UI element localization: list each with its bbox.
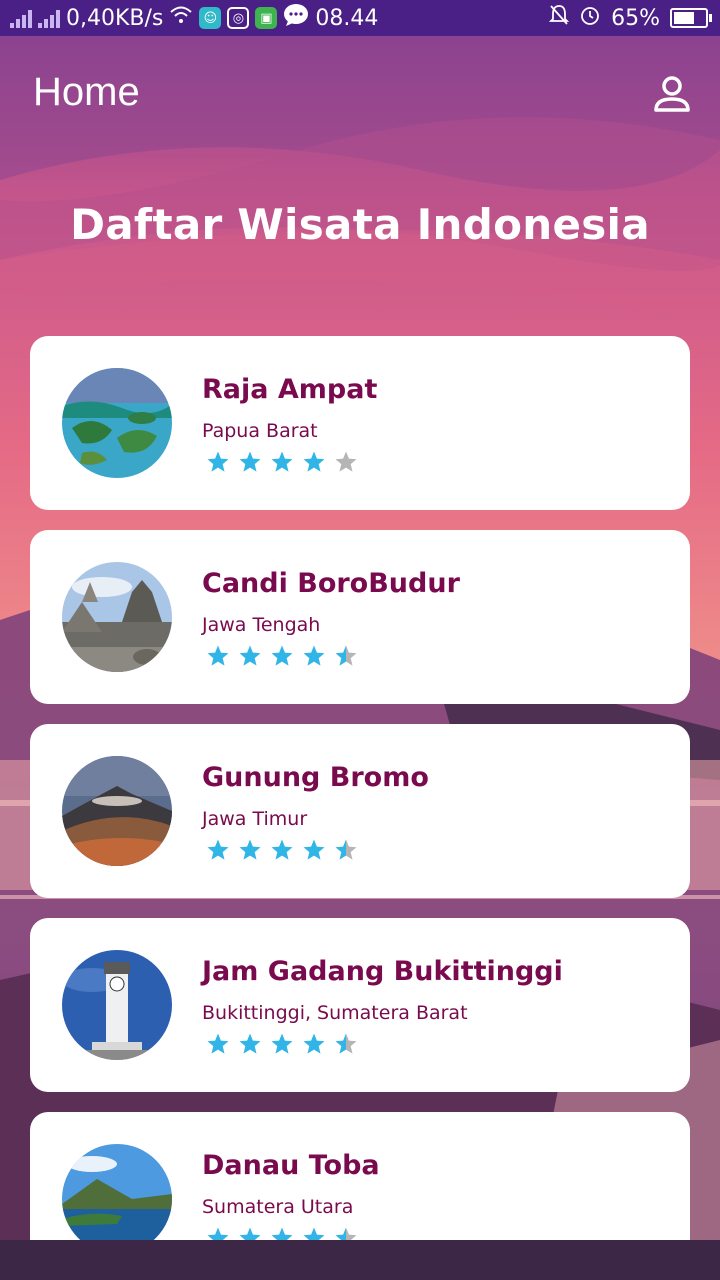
battery-percent: 65%: [611, 5, 660, 31]
profile-button[interactable]: [650, 72, 694, 116]
alarm-icon: [579, 4, 601, 32]
rating-stars: [206, 1032, 358, 1056]
destination-thumbnail: [62, 368, 172, 478]
clock-time: 08.44: [315, 5, 379, 31]
star-filled-icon: [239, 451, 261, 472]
star-filled-icon: [207, 645, 229, 666]
star-filled-icon: [239, 645, 261, 666]
destination-card[interactable]: Raja Ampat Papua Barat: [30, 336, 690, 510]
page-title: Daftar Wisata Indonesia: [70, 200, 650, 249]
destination-card[interactable]: Jam Gadang Bukittinggi Bukittinggi, Suma…: [30, 918, 690, 1092]
star-half-icon: [335, 645, 357, 666]
header-title: Home: [33, 70, 140, 114]
destination-thumbnail: [62, 950, 172, 1060]
destination-location: Jawa Timur: [202, 808, 308, 830]
signal-icon: [38, 8, 60, 28]
star-filled-icon: [303, 1227, 325, 1240]
destination-name: Jam Gadang Bukittinggi: [202, 956, 563, 987]
destination-thumbnail: [62, 756, 172, 866]
destination-list[interactable]: Raja Ampat Papua Barat Candi BoroBudur J…: [0, 336, 720, 1240]
destination-location: Sumatera Utara: [202, 1196, 354, 1218]
destination-thumbnail: [62, 1144, 172, 1240]
app-icon: ☺: [199, 7, 222, 29]
star-filled-icon: [239, 839, 261, 860]
star-filled-icon: [239, 1033, 261, 1054]
destination-location: Jawa Tengah: [202, 614, 321, 636]
destination-card[interactable]: Candi BoroBudur Jawa Tengah: [30, 530, 690, 704]
star-filled-icon: [271, 1033, 293, 1054]
star-filled-icon: [239, 1227, 261, 1240]
star-filled-icon: [207, 839, 229, 860]
signal-icon: [10, 8, 32, 28]
destination-card[interactable]: Danau Toba Sumatera Utara: [30, 1112, 690, 1240]
star-filled-icon: [207, 451, 229, 472]
destination-location: Bukittinggi, Sumatera Barat: [202, 1002, 468, 1024]
mute-icon: [548, 4, 570, 32]
android-icon: ▣: [255, 7, 278, 29]
star-filled-icon: [207, 1033, 229, 1054]
star-filled-icon: [303, 839, 325, 860]
destination-name: Raja Ampat: [202, 374, 378, 405]
rating-stars: [206, 450, 358, 474]
destination-thumbnail: [62, 562, 172, 672]
app-header: Home: [0, 36, 720, 156]
star-half-icon: [335, 1227, 357, 1240]
rating-stars: [206, 1226, 358, 1240]
star-filled-icon: [303, 1033, 325, 1054]
chat-icon: [283, 3, 309, 33]
wifi-icon: [169, 5, 193, 31]
star-filled-icon: [271, 451, 293, 472]
destination-name: Candi BoroBudur: [202, 568, 460, 599]
destination-name: Gunung Bromo: [202, 762, 429, 793]
status-bar: 0,40KB/s ☺ ◎ ▣ 08.44 65%: [0, 0, 720, 36]
instagram-icon: ◎: [227, 7, 250, 29]
person-icon: [654, 76, 690, 112]
star-filled-icon: [303, 645, 325, 666]
star-filled-icon: [271, 645, 293, 666]
star-half-icon: [335, 839, 357, 860]
star-empty-icon: [335, 451, 357, 472]
star-filled-icon: [207, 1227, 229, 1240]
star-half-icon: [335, 1033, 357, 1054]
star-filled-icon: [271, 1227, 293, 1240]
destination-name: Danau Toba: [202, 1150, 380, 1181]
star-filled-icon: [303, 451, 325, 472]
rating-stars: [206, 838, 358, 862]
network-speed: 0,40KB/s: [66, 5, 164, 31]
destination-location: Papua Barat: [202, 420, 318, 442]
destination-card[interactable]: Gunung Bromo Jawa Timur: [30, 724, 690, 898]
rating-stars: [206, 644, 358, 668]
battery-icon: [670, 8, 712, 28]
star-filled-icon: [271, 839, 293, 860]
